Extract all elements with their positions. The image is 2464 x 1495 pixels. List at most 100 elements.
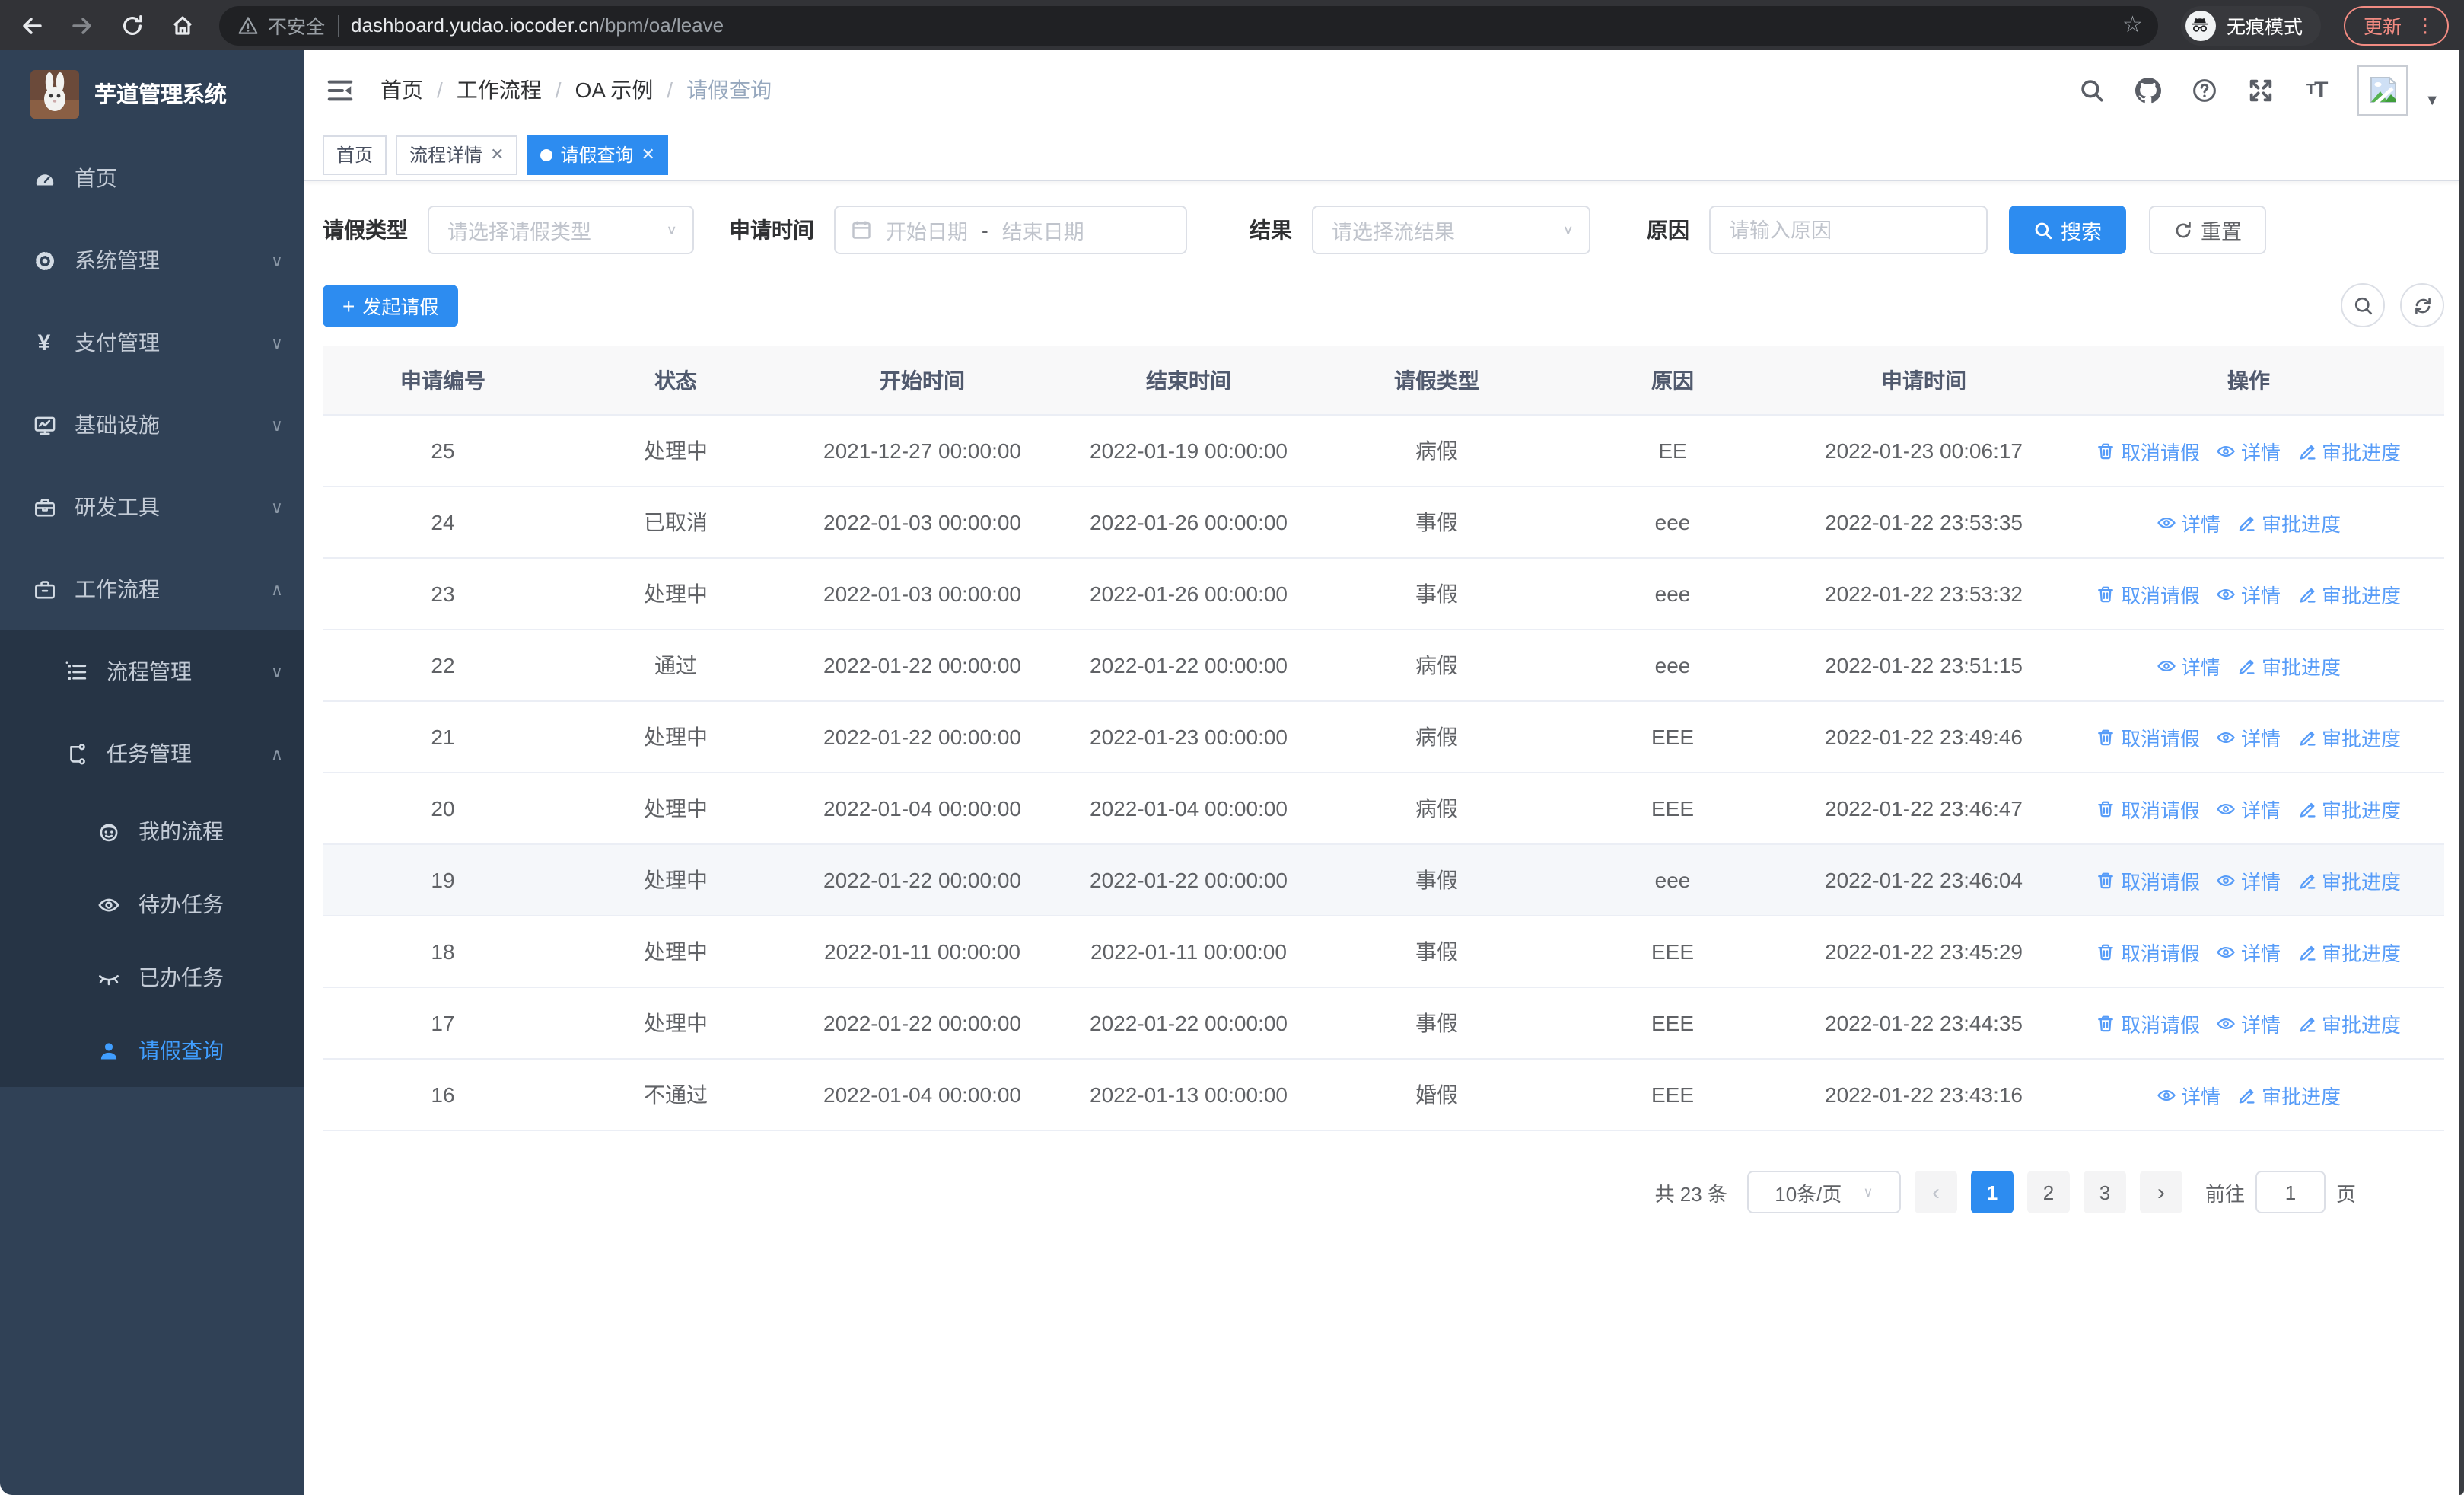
sidebar-item-devtools[interactable]: 研发工具 ∨ [0, 466, 304, 548]
detail-action-link[interactable]: 详情 [2157, 508, 2220, 537]
workflow-submenu: 流程管理 ∨ 任务管理 ∧ 我的流程待办任务 已办任务 请假查询 [0, 630, 304, 1087]
leave-type-select[interactable]: 请选择请假类型 ∨ [428, 206, 694, 254]
cancel-action-link[interactable]: 取消请假 [2096, 579, 2200, 608]
sidebar-item-infra[interactable]: 基础设施 ∨ [0, 384, 304, 466]
sidebar-item-label: 工作流程 [75, 577, 160, 601]
sidebar-item-process-mgmt[interactable]: 流程管理 ∨ [0, 630, 304, 712]
detail-action-link[interactable]: 详情 [2217, 579, 2281, 608]
detail-action-link[interactable]: 详情 [2217, 794, 2281, 823]
refresh-icon [2176, 221, 2191, 237]
site-security-warning[interactable]: 不安全 [237, 11, 325, 40]
sidebar-collapse-icon[interactable] [326, 73, 359, 107]
cell-actions: 取消请假 详情 审批进度 [2055, 436, 2443, 465]
cell-end: 2022-01-26 00:00:00 [1090, 510, 1288, 534]
progress-action-link[interactable]: 审批进度 [2297, 937, 2401, 966]
incognito-badge: 无痕模式 [2180, 5, 2321, 45]
font-size-icon[interactable]: TT [2301, 75, 2332, 105]
apply-time-range-picker[interactable]: 开始日期 - 结束日期 [834, 206, 1187, 254]
detail-action-link[interactable]: 详情 [2217, 436, 2281, 465]
close-icon[interactable]: ✕ [641, 145, 655, 164]
sidebar-item-payment[interactable]: ¥ 支付管理 ∨ [0, 301, 304, 384]
breadcrumb-home[interactable]: 首页 [380, 75, 423, 105]
cancel-action-link[interactable]: 取消请假 [2096, 937, 2200, 966]
progress-action-link[interactable]: 审批进度 [2297, 1009, 2401, 1038]
tab-process-detail[interactable]: 流程详情 ✕ [396, 135, 518, 174]
search-button[interactable]: 搜索 [2009, 206, 2126, 254]
browser-home-icon[interactable] [169, 11, 196, 39]
help-icon[interactable] [2189, 75, 2219, 105]
show-search-button[interactable] [2341, 283, 2385, 327]
avatar-dropdown-icon[interactable]: ▼ [2424, 92, 2440, 109]
progress-action-link[interactable]: 审批进度 [2297, 436, 2401, 465]
goto-page-input[interactable] [2255, 1171, 2326, 1213]
detail-action-link[interactable]: 详情 [2217, 865, 2281, 894]
cell-applied: 2022-01-22 23:46:47 [1825, 796, 2023, 821]
sidebar-item-todo-task[interactable]: 待办任务 [0, 868, 304, 941]
update-button[interactable]: 更新 [2364, 11, 2402, 40]
close-icon[interactable]: ✕ [490, 145, 504, 164]
next-page-button[interactable]: › [2139, 1171, 2182, 1213]
sidebar-item-task-mgmt[interactable]: 任务管理 ∧ [0, 712, 304, 795]
chevron-down-icon: ∨ [1562, 223, 1574, 237]
browser-forward-icon[interactable] [68, 11, 96, 39]
sidebar-logo[interactable]: 芋道管理系统 [0, 50, 304, 137]
cell-status: 处理中 [644, 939, 708, 964]
page-button-1[interactable]: 1 [1970, 1171, 2014, 1213]
detail-action-link[interactable]: 详情 [2217, 937, 2281, 966]
search-icon[interactable] [2076, 75, 2106, 105]
bookmark-star-icon[interactable]: ☆ [2122, 14, 2143, 37]
detail-action-link[interactable]: 详情 [2217, 1009, 2281, 1038]
trash-icon [2096, 1013, 2116, 1033]
page-button-3[interactable]: 3 [2083, 1171, 2126, 1213]
sidebar-item-home[interactable]: 首页 [0, 137, 304, 219]
tab-leave-query[interactable]: 请假查询 ✕ [527, 135, 669, 174]
cancel-action-link[interactable]: 取消请假 [2096, 1009, 2200, 1038]
progress-action-link[interactable]: 审批进度 [2297, 579, 2401, 608]
github-icon[interactable] [2132, 75, 2163, 105]
browser-reload-icon[interactable] [119, 11, 146, 39]
pen-icon [2297, 441, 2317, 461]
cancel-action-link[interactable]: 取消请假 [2096, 436, 2200, 465]
browser-menu-icon[interactable]: ⋮ [2415, 15, 2435, 35]
cancel-action-link[interactable]: 取消请假 [2096, 794, 2200, 823]
refresh-button[interactable] [2400, 283, 2444, 327]
detail-action-link[interactable]: 详情 [2217, 722, 2281, 751]
logo-image [30, 69, 79, 118]
avatar[interactable] [2357, 65, 2408, 115]
cancel-action-link[interactable]: 取消请假 [2096, 722, 2200, 751]
result-select[interactable]: 请选择流结果 ∨ [1312, 206, 1590, 254]
tab-home[interactable]: 首页 [323, 135, 387, 174]
progress-action-link[interactable]: 审批进度 [2297, 865, 2401, 894]
progress-action-link[interactable]: 审批进度 [2237, 651, 2341, 680]
detail-eye-icon [2157, 1085, 2176, 1105]
detail-action-link[interactable]: 详情 [2157, 651, 2220, 680]
table-row: 17 处理中 2022-01-22 00:00:00 2022-01-22 00:00… [323, 987, 2444, 1058]
reset-button[interactable]: 重置 [2149, 206, 2266, 254]
browser-address-bar[interactable]: 不安全 dashboard.yudao.iocoder.cn/bpm/oa/le… [219, 5, 2158, 45]
browser-back-icon[interactable] [18, 11, 46, 39]
progress-action-link[interactable]: 审批进度 [2237, 1080, 2341, 1109]
cell-status: 处理中 [644, 725, 708, 749]
breadcrumb-workflow[interactable]: 工作流程 [457, 75, 542, 105]
create-leave-button[interactable]: + 发起请假 [323, 284, 459, 327]
sidebar-item-workflow[interactable]: 工作流程 ∧ [0, 548, 304, 630]
sidebar-item-my-process[interactable]: 我的流程 [0, 795, 304, 868]
cell-type: 婚假 [1415, 1082, 1458, 1107]
fullscreen-icon[interactable] [2245, 75, 2275, 105]
page-size-select[interactable]: 10条/页 ∨ [1746, 1171, 1901, 1213]
progress-action-link[interactable]: 审批进度 [2237, 508, 2341, 537]
page-button-2[interactable]: 2 [2026, 1171, 2070, 1213]
toolbar-right [2341, 283, 2444, 327]
cancel-action-link[interactable]: 取消请假 [2096, 865, 2200, 894]
prev-page-button[interactable]: ‹ [1914, 1171, 1957, 1213]
sidebar-item-system[interactable]: 系统管理 ∨ [0, 219, 304, 301]
progress-action-link[interactable]: 审批进度 [2297, 722, 2401, 751]
progress-action-link[interactable]: 审批进度 [2297, 794, 2401, 823]
breadcrumb-oa[interactable]: OA 示例 [575, 75, 654, 105]
cell-start: 2022-01-22 00:00:00 [823, 653, 1021, 677]
detail-action-link[interactable]: 详情 [2157, 1080, 2220, 1109]
sidebar-item-done-task[interactable]: 已办任务 [0, 941, 304, 1014]
sidebar-item-label: 我的流程 [138, 819, 224, 843]
reason-input[interactable] [1711, 207, 1986, 253]
sidebar-item-leave-query[interactable]: 请假查询 [0, 1014, 304, 1087]
